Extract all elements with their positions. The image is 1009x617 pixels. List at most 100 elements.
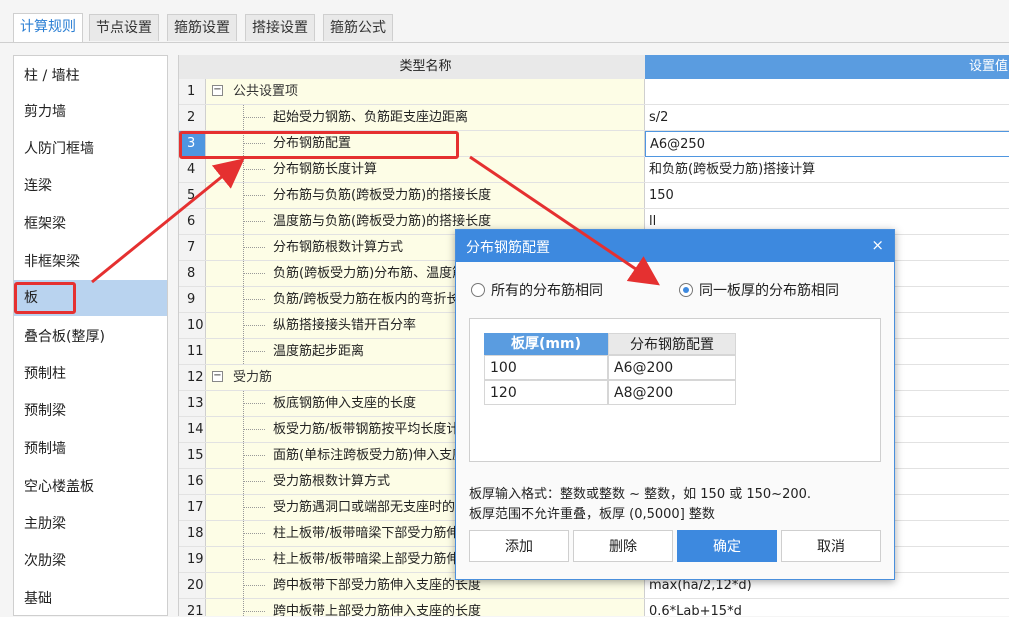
table-row[interactable]: 4 分布钢筋长度计算 和负筋(跨板受力筋)搭接计算 bbox=[179, 157, 1009, 183]
row-number: 13 bbox=[179, 391, 206, 416]
tree-line bbox=[243, 247, 265, 248]
row-label: 分布钢筋配置 bbox=[273, 136, 352, 151]
component-sidebar: 柱 / 墙柱 剪力墙 人防门框墙 连梁 框架梁 非框架梁 板 叠合板(整厚) 预… bbox=[13, 55, 168, 616]
tree-line bbox=[243, 143, 265, 144]
sidebar-item-precast-wall[interactable]: 预制墙 bbox=[14, 431, 167, 467]
table-row[interactable]: 5 分布筋与负筋(跨板受力筋)的搭接长度 150 bbox=[179, 183, 1009, 209]
group-label: 公共设置项 bbox=[233, 84, 299, 99]
row-label: 起始受力钢筋、负筋距支座边距离 bbox=[273, 110, 469, 125]
tree-line bbox=[243, 403, 265, 404]
row-value-cell[interactable]: 0.6*Lab+15*d bbox=[645, 599, 1009, 616]
col-header-thickness: 板厚(mm) bbox=[484, 333, 608, 355]
tree-line bbox=[243, 117, 265, 118]
close-icon[interactable]: × bbox=[871, 236, 884, 254]
row-label: 跨中板带下部受力筋伸入支座的长度 bbox=[273, 578, 482, 593]
tab-stirrup-formula[interactable]: 箍筋公式 bbox=[323, 14, 393, 41]
cell-thickness[interactable]: 120 bbox=[484, 380, 608, 405]
row-name-cell: 起始受力钢筋、负筋距支座边距离 bbox=[206, 105, 645, 130]
row-number: 1 bbox=[179, 79, 206, 104]
row-number: 4 bbox=[179, 157, 206, 182]
header-setting-value: 设置值 bbox=[645, 55, 1009, 79]
sidebar-item-precast-column[interactable]: 预制柱 bbox=[14, 356, 167, 392]
tree-line bbox=[243, 195, 265, 196]
row-number: 11 bbox=[179, 339, 206, 364]
tab-stirrup-settings[interactable]: 箍筋设置 bbox=[167, 14, 237, 41]
row-label: 分布钢筋长度计算 bbox=[273, 162, 378, 177]
tree-line bbox=[243, 273, 265, 274]
tab-calc-rules[interactable]: 计算规则 bbox=[13, 13, 83, 42]
sidebar-item-coupling-beam[interactable]: 连梁 bbox=[14, 168, 167, 204]
row-number: 18 bbox=[179, 521, 206, 546]
row-number: 15 bbox=[179, 443, 206, 468]
row-label: 板底钢筋伸入支座的长度 bbox=[273, 396, 417, 411]
radio-all-same-label: 所有的分布筋相同 bbox=[491, 283, 603, 299]
row-label: 柱上板带/板带暗梁下部受力筋伸 bbox=[273, 526, 460, 541]
tree-line bbox=[243, 221, 265, 222]
row-number: 10 bbox=[179, 313, 206, 338]
row-value-cell[interactable]: s/2 bbox=[645, 105, 1009, 130]
thickness-table-panel: 板厚(mm) 分布钢筋配置 100 A6@200 120 A8@200 bbox=[469, 318, 881, 462]
cell-rebar-config[interactable]: A6@200 bbox=[608, 355, 736, 380]
sidebar-item-civil-door-frame[interactable]: 人防门框墙 bbox=[14, 131, 167, 167]
ok-button[interactable]: 确定 bbox=[677, 530, 777, 562]
row-number: 3 bbox=[179, 131, 206, 156]
table-row[interactable]: 3 分布钢筋配置 A6@250 bbox=[179, 131, 1009, 157]
collapse-icon[interactable]: − bbox=[212, 85, 223, 96]
table-row[interactable]: 2 起始受力钢筋、负筋距支座边距离 s/2 bbox=[179, 105, 1009, 131]
tree-line bbox=[243, 481, 265, 482]
sidebar-item-secondary-rib-beam[interactable]: 次肋梁 bbox=[14, 543, 167, 579]
row-number: 5 bbox=[179, 183, 206, 208]
tab-bar: 计算规则 节点设置 箍筋设置 搭接设置 箍筋公式 bbox=[0, 0, 1009, 43]
cancel-button[interactable]: 取消 bbox=[781, 530, 881, 562]
col-header-rebar-config: 分布钢筋配置 bbox=[608, 333, 736, 355]
sidebar-item-main-rib-beam[interactable]: 主肋梁 bbox=[14, 506, 167, 542]
table-row[interactable]: 1− 公共设置项 bbox=[179, 79, 1009, 105]
add-button[interactable]: 添加 bbox=[469, 530, 569, 562]
tree-line bbox=[243, 169, 265, 170]
tree-line bbox=[243, 533, 265, 534]
row-number: 20 bbox=[179, 573, 206, 598]
row-number: 8 bbox=[179, 261, 206, 286]
tab-node-settings[interactable]: 节点设置 bbox=[89, 14, 159, 41]
sidebar-item-shear-wall[interactable]: 剪力墙 bbox=[14, 94, 167, 130]
sidebar-item-composite-slab[interactable]: 叠合板(整厚) bbox=[14, 319, 167, 355]
sidebar-item-foundation[interactable]: 基础 bbox=[14, 581, 167, 617]
sidebar-item-column[interactable]: 柱 / 墙柱 bbox=[14, 58, 167, 94]
row-value-cell[interactable] bbox=[645, 79, 1009, 104]
sidebar-item-non-frame-beam[interactable]: 非框架梁 bbox=[14, 244, 167, 280]
tree-line bbox=[243, 559, 265, 560]
cell-rebar-config[interactable]: A8@200 bbox=[608, 380, 736, 405]
radio-circle-icon[interactable] bbox=[471, 283, 485, 297]
row-number: 9 bbox=[179, 287, 206, 312]
row-name-cell: 分布钢筋长度计算 bbox=[206, 157, 645, 182]
row-name-cell: − 公共设置项 bbox=[206, 79, 645, 104]
tab-lap-settings[interactable]: 搭接设置 bbox=[245, 14, 315, 41]
row-number: 16 bbox=[179, 469, 206, 494]
row-value-cell[interactable]: A6@250 bbox=[645, 131, 1009, 157]
distribution-rebar-dialog: 分布钢筋配置 × 所有的分布筋相同 同一板厚的分布筋相同 板厚(mm) 分布钢筋… bbox=[455, 229, 895, 580]
row-number: 21 bbox=[179, 599, 206, 616]
row-name-cell: 分布筋与负筋(跨板受力筋)的搭接长度 bbox=[206, 183, 645, 208]
group-label: 受力筋 bbox=[233, 370, 273, 385]
tree-line bbox=[243, 429, 265, 430]
table-row[interactable]: 21 跨中板带上部受力筋伸入支座的长度 0.6*Lab+15*d bbox=[179, 599, 1009, 616]
sidebar-item-precast-beam[interactable]: 预制梁 bbox=[14, 393, 167, 429]
sidebar-item-frame-beam[interactable]: 框架梁 bbox=[14, 206, 167, 242]
row-number: 6 bbox=[179, 209, 206, 234]
row-value-cell[interactable]: 150 bbox=[645, 183, 1009, 208]
cell-thickness[interactable]: 100 bbox=[484, 355, 608, 380]
delete-button[interactable]: 删除 bbox=[573, 530, 673, 562]
row-value-cell[interactable]: 和负筋(跨板受力筋)搭接计算 bbox=[645, 157, 1009, 182]
row-label: 分布钢筋根数计算方式 bbox=[273, 240, 404, 255]
row-label: 分布筋与负筋(跨板受力筋)的搭接长度 bbox=[273, 188, 492, 203]
collapse-icon[interactable]: − bbox=[212, 371, 223, 382]
dialog-title-bar: 分布钢筋配置 × bbox=[456, 230, 894, 262]
tree-line bbox=[243, 351, 265, 352]
row-label: 负筋/跨板受力筋在板内的弯折长 bbox=[273, 292, 460, 307]
sidebar-item-slab[interactable]: 板 bbox=[14, 280, 167, 316]
radio-selected-icon[interactable] bbox=[679, 283, 693, 297]
row-label: 板受力筋/板带钢筋按平均长度计 bbox=[273, 422, 460, 437]
tree-line bbox=[243, 455, 265, 456]
row-name-cell: 分布钢筋配置 bbox=[206, 131, 645, 156]
sidebar-item-hollow-floor[interactable]: 空心楼盖板 bbox=[14, 469, 167, 505]
